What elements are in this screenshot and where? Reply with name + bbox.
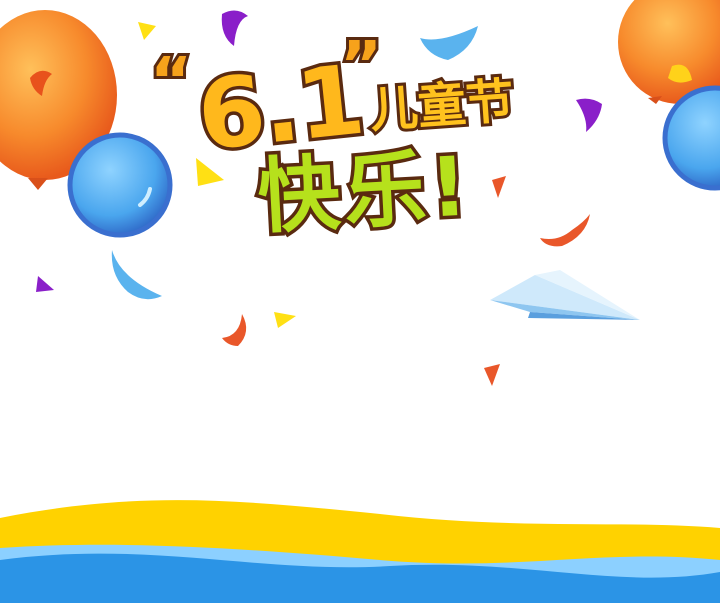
headline-festival: 儿童节 — [365, 70, 519, 142]
paper-plane-icon — [490, 270, 640, 320]
wave-decoration — [0, 500, 720, 603]
quote-open: “ — [147, 45, 195, 119]
festival-headline: “ 6.1 ” 儿童节 快乐! — [147, 31, 550, 260]
headline-joy: 快乐! — [252, 136, 477, 249]
banner-scene: “ 6.1 ” 儿童节 快乐! — [0, 0, 720, 603]
